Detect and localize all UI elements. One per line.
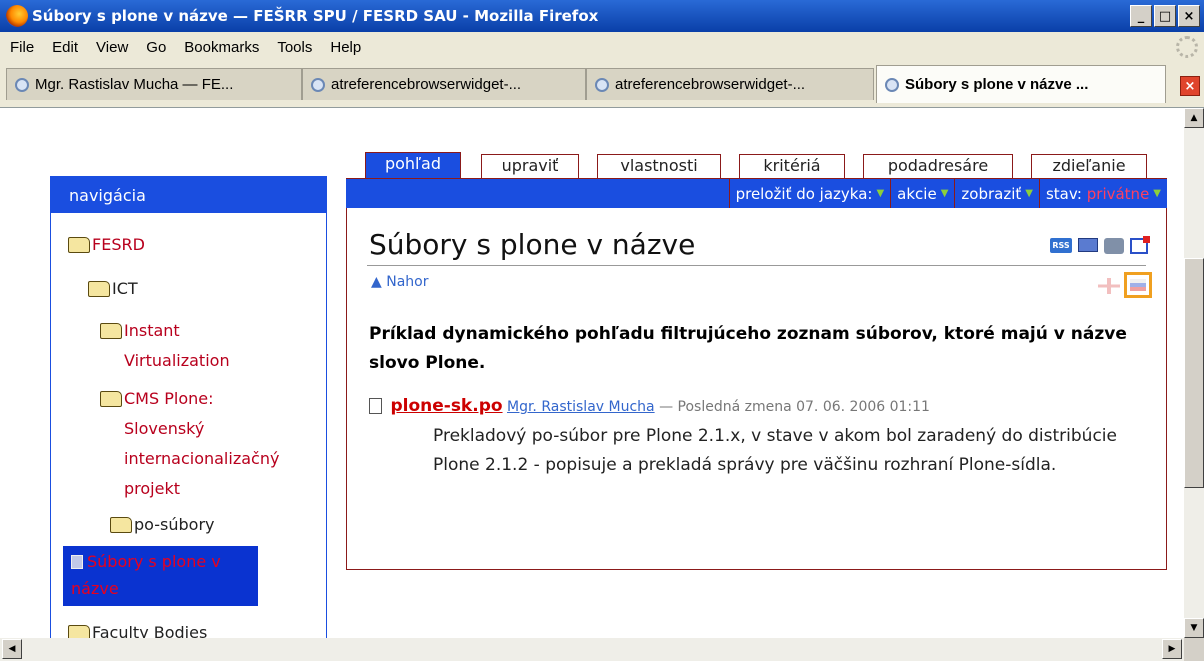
slovak-flag-icon[interactable] <box>1124 272 1152 298</box>
file-icon <box>369 398 382 414</box>
folder-icon <box>100 323 122 339</box>
triangle-down-icon: ▼ <box>1153 188 1161 199</box>
menu-bookmarks[interactable]: Bookmarks <box>184 39 259 56</box>
state-value: privátne <box>1086 184 1150 203</box>
display-menu[interactable]: zobraziť ▼ <box>954 179 1039 208</box>
page-description: Príklad dynamického pohľadu filtrujúceho… <box>369 324 1127 373</box>
vertical-scroll-thumb[interactable] <box>1184 258 1204 488</box>
nav-label: po-súbory <box>134 515 215 534</box>
menu-view[interactable]: View <box>96 39 128 56</box>
print-icon[interactable] <box>1104 238 1124 254</box>
triangle-down-icon: ▼ <box>876 188 885 199</box>
nav-label: ICT <box>112 279 138 298</box>
nav-label: Faculty Bodies <box>92 623 208 638</box>
state-label: stav: <box>1045 184 1082 203</box>
browser-tab-1[interactable]: Mgr. Rastislav Mucha — FE... <box>6 68 302 100</box>
folder-icon <box>100 391 122 407</box>
page-icon <box>885 77 899 92</box>
page-title: Súbory s plone v názve <box>369 228 696 261</box>
browser-tab-2[interactable]: atreferencebrowserwidget-... <box>302 68 586 100</box>
maximize-button[interactable]: □ <box>1154 5 1176 27</box>
menu-edit[interactable]: Edit <box>52 39 78 56</box>
tab-label: atreferencebrowserwidget-... <box>331 76 522 93</box>
nav-item-ict[interactable]: ICT <box>88 274 138 304</box>
nav-item-instant-virtualization[interactable]: Instant Virtualization <box>100 316 230 376</box>
triangle-down-icon: ▼ <box>1025 188 1033 199</box>
send-mail-icon[interactable] <box>1078 238 1098 252</box>
menu-go[interactable]: Go <box>146 39 166 56</box>
nav-item-current[interactable]: Súbory s plone v názve <box>63 546 258 606</box>
state-menu[interactable]: stav: privátne ▼ <box>1038 179 1167 208</box>
nav-item-po-subory[interactable]: po-súbory <box>110 510 214 540</box>
tab-view[interactable]: pohľad <box>365 152 461 178</box>
throbber-icon <box>1176 36 1198 58</box>
tab-properties[interactable]: vlastnosti <box>597 154 721 178</box>
nav-item-fesrd[interactable]: FESRD <box>68 230 145 260</box>
vertical-scrollbar[interactable]: ▲ ▼ <box>1184 108 1204 638</box>
nav-label: Súbory s plone v názve <box>71 552 221 598</box>
item-title-link[interactable]: plone-sk.po <box>390 396 502 416</box>
page-content: navigácia FESRD ICT Instant Virtualizati… <box>0 108 1184 638</box>
tab-label: Súbory s plone v názve ... <box>905 76 1089 93</box>
item-description: Prekladový po-súbor pre Plone 2.1.x, v s… <box>433 426 1117 475</box>
document-actions: RSS <box>1050 236 1150 254</box>
menu-tools[interactable]: Tools <box>277 39 312 56</box>
horizontal-scrollbar[interactable]: ◀ ▶ <box>0 638 1184 661</box>
nav-item-faculty-bodies[interactable]: Faculty Bodies <box>68 618 207 638</box>
window-title: Súbory s plone v názve — FEŠRR SPU / FES… <box>32 7 599 25</box>
folder-icon <box>110 517 132 533</box>
nav-label: CMS Plone: Slovenský internacionalizačný… <box>124 389 280 498</box>
page-icon <box>311 77 325 92</box>
actions-label: akcie <box>897 184 937 203</box>
main-content-box: Súbory s plone v názve RSS ▲ Nahor Príkl… <box>346 208 1167 570</box>
fullscreen-icon[interactable] <box>1130 236 1150 254</box>
close-tab-button[interactable]: × <box>1180 76 1200 96</box>
scroll-down-icon[interactable]: ▼ <box>1184 618 1204 638</box>
nav-item-cms-plone[interactable]: CMS Plone: Slovenský internacionalizačný… <box>100 384 279 504</box>
scroll-right-icon[interactable]: ▶ <box>1162 639 1182 659</box>
window-titlebar[interactable]: Súbory s plone v názve — FEŠRR SPU / FES… <box>0 0 1204 32</box>
display-label: zobraziť <box>961 184 1022 203</box>
content-actions-bar: preložiť do jazyka: ▼ akcie ▼ zobraziť ▼ st… <box>346 178 1167 208</box>
navigation-header: navigácia <box>51 177 326 213</box>
title-divider <box>367 265 1146 266</box>
tab-bar: Mgr. Rastislav Mucha — FE... atreference… <box>0 62 1204 108</box>
actions-menu[interactable]: akcie ▼ <box>890 179 955 208</box>
tab-edit[interactable]: upraviť <box>481 154 579 178</box>
tab-subfolders[interactable]: podadresáre <box>863 154 1013 178</box>
item-modified: — Posledná zmena 07. 06. 2006 01:11 <box>659 399 930 415</box>
browser-tab-3[interactable]: atreferencebrowserwidget-... <box>586 68 874 100</box>
folder-icon <box>88 281 110 297</box>
author-link[interactable]: Mgr. Rastislav Mucha <box>507 399 655 415</box>
tab-sharing[interactable]: zdieľanie <box>1031 154 1147 178</box>
up-link[interactable]: ▲ Nahor <box>371 274 428 290</box>
scroll-up-icon[interactable]: ▲ <box>1184 108 1204 128</box>
menu-file[interactable]: File <box>10 39 34 56</box>
triangle-down-icon: ▼ <box>940 188 949 199</box>
browser-tab-4-active[interactable]: Súbory s plone v názve ... <box>876 65 1166 103</box>
result-item: plone-sk.po Mgr. Rastislav Mucha — Posle… <box>369 396 930 416</box>
tab-label: atreferencebrowserwidget-... <box>615 76 806 93</box>
nav-label: Instant Virtualization <box>124 321 230 370</box>
collection-icon <box>71 555 83 569</box>
nav-label: FESRD <box>92 235 145 254</box>
menu-bar: File Edit View Go Bookmarks Tools Help <box>0 32 1204 62</box>
scroll-left-icon[interactable]: ◀ <box>2 639 22 659</box>
tab-criteria[interactable]: kritériá <box>739 154 845 178</box>
folder-icon <box>68 625 90 638</box>
page-icon <box>595 77 609 92</box>
firefox-logo-icon <box>6 5 28 27</box>
rss-icon[interactable]: RSS <box>1050 238 1072 253</box>
folder-icon <box>68 237 90 253</box>
translate-label: preložiť do jazyka: <box>735 184 873 203</box>
close-window-button[interactable]: × <box>1178 5 1200 27</box>
page-icon <box>15 77 29 92</box>
tab-label: Mgr. Rastislav Mucha — FE... <box>35 76 234 93</box>
scrollbar-corner <box>1184 638 1204 661</box>
english-flag-icon[interactable] <box>1098 278 1120 294</box>
translate-menu[interactable]: preložiť do jazyka: ▼ <box>728 179 891 208</box>
menu-help[interactable]: Help <box>330 39 361 56</box>
minimize-button[interactable]: _ <box>1130 5 1152 27</box>
